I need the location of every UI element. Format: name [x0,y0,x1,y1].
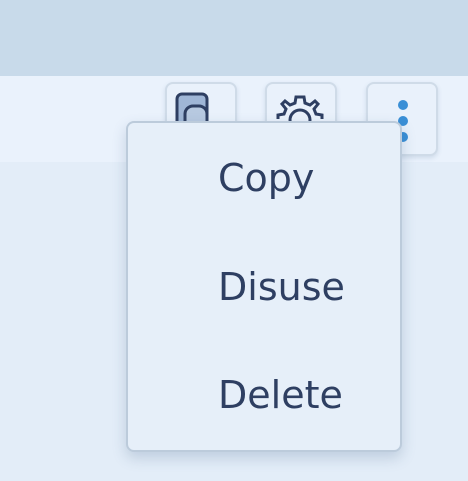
menu-item-disuse[interactable]: Disuse [128,237,400,337]
menu-item-label: Copy [218,156,315,200]
menu-item-label: Delete [218,373,343,417]
menu-item-label: Disuse [218,265,345,309]
top-bar [0,0,468,76]
page: Copy Disuse Delete [0,0,468,481]
menu-item-copy[interactable]: Copy [128,128,400,228]
menu-item-delete[interactable]: Delete [128,345,400,445]
context-menu: Copy Disuse Delete [126,121,402,452]
